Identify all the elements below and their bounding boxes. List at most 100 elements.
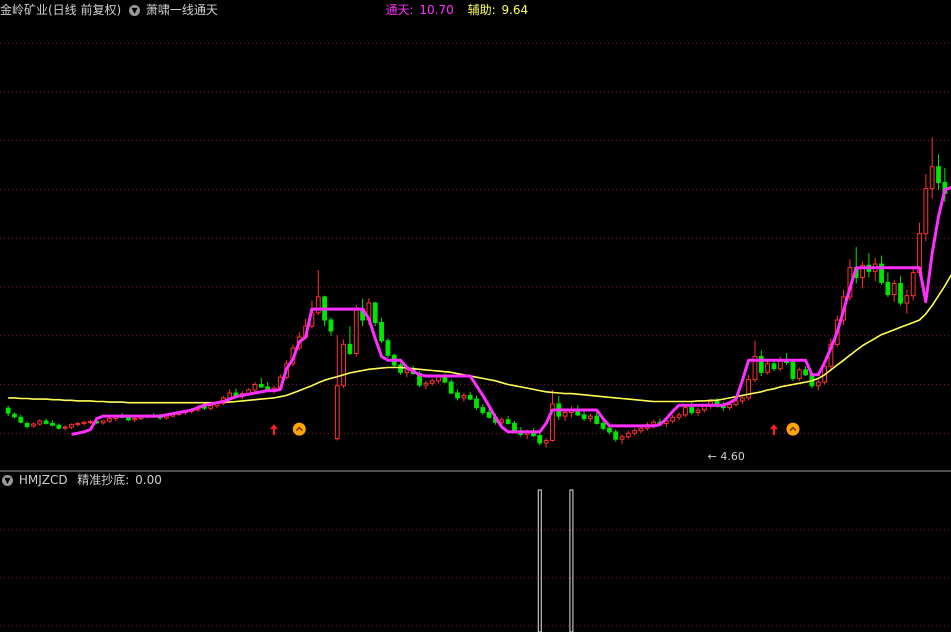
candle-body[interactable] [600,422,606,429]
candle-body[interactable] [258,383,264,388]
candle-body[interactable] [594,415,600,424]
candle-body[interactable] [632,430,638,434]
candle-body[interactable] [385,340,391,356]
signal-circle [786,422,800,436]
candle-body[interactable] [404,369,410,373]
collapse-circle-icon[interactable]: ▼ [129,5,141,16]
candle-body[interactable] [689,407,695,413]
candle-body[interactable] [81,421,87,424]
candle-body[interactable] [436,376,441,382]
candle-body[interactable] [334,385,340,440]
candle-body[interactable] [929,166,935,190]
jzcd-value: 0.00 [135,473,162,487]
candle-body[interactable] [18,416,24,423]
candle-body[interactable] [682,407,688,416]
candle-body[interactable] [208,405,214,409]
candle-body[interactable] [252,383,258,391]
candle-body[interactable] [455,392,460,399]
candle-body[interactable] [50,422,55,426]
candle-body[interactable] [670,416,676,422]
collapse-circle-icon[interactable]: ▼ [2,475,13,486]
candle-body[interactable] [803,369,808,376]
tongtian-line [71,185,951,436]
candlestick-series[interactable] [5,137,948,448]
candle-body[interactable] [423,382,429,386]
candle-body[interactable] [910,272,916,297]
candle-body[interactable] [88,421,93,424]
candle-body[interactable] [638,427,644,432]
candle-body[interactable] [429,380,435,384]
candle-body[interactable] [512,422,517,432]
candle-body[interactable] [607,427,612,433]
fuzhu-line [8,273,951,404]
candle-body[interactable] [505,419,511,424]
candle-body[interactable] [379,321,384,342]
candle-body[interactable] [727,404,733,409]
sub-chart-hmjzcd [537,489,574,632]
sub-chart-header: ▼ HMJZCD 精准抄底: 0.00 [0,470,162,490]
candle-body[interactable] [771,363,777,370]
stock-chart[interactable]: ← 4.60 [0,0,951,632]
candle-body[interactable] [543,439,549,444]
candle-body[interactable] [739,397,745,402]
candle-body[interactable] [923,188,929,235]
candle-body[interactable] [328,319,334,332]
candle-body[interactable] [461,394,467,399]
candle-body[interactable] [467,394,473,400]
candle-body[interactable] [885,281,891,295]
indicator-lines [8,185,951,436]
candle-body[interactable] [499,419,505,423]
candle-body[interactable] [31,423,36,427]
candle-body[interactable] [898,283,903,304]
candle-body[interactable] [56,424,62,429]
candle-body[interactable] [790,362,796,379]
candle-body[interactable] [398,364,403,373]
candle-body[interactable] [891,283,897,295]
candle-body[interactable] [562,411,568,417]
candle-body[interactable] [5,407,11,414]
candle-body[interactable] [132,418,138,421]
jzcd-label: 精准抄底: [77,473,130,487]
grid-lines [0,42,951,627]
candle-body[interactable] [480,407,486,413]
candle-body[interactable] [43,420,49,424]
candle-body[interactable] [69,424,74,428]
candle-body[interactable] [537,435,543,444]
candle-body[interactable] [442,376,448,383]
candle-body[interactable] [796,369,802,379]
candle-body[interactable] [936,166,941,184]
candle-body[interactable] [701,405,707,411]
candle-body[interactable] [341,343,346,387]
candle-body[interactable] [625,432,631,438]
candle-body[interactable] [75,422,81,426]
candle-body[interactable] [815,381,821,387]
low-price-label: ← 4.60 [708,450,745,463]
candle-body[interactable] [474,398,479,409]
annotations: ← 4.60 [708,450,745,463]
candle-body[interactable] [904,295,910,304]
stock-title: 金岭矿业(日线 前复权) [0,3,122,17]
candle-body[interactable] [126,416,131,421]
candle-body[interactable] [100,420,106,424]
candle-body[interactable] [619,436,625,440]
indicator-name: 萧啸一线通天 [145,3,218,17]
candle-body[interactable] [353,308,359,354]
candle-body[interactable] [62,426,68,429]
candle-body[interactable] [12,413,17,418]
candle-body[interactable] [372,302,378,323]
candle-body[interactable] [676,414,682,418]
tongtian-value: 10.70 [419,3,454,17]
candle-body[interactable] [37,420,43,425]
candle-body[interactable] [448,381,454,394]
candle-body[interactable] [695,409,701,413]
candle-body[interactable] [107,418,112,422]
candle-body[interactable] [347,343,353,354]
candle-body[interactable] [581,414,587,420]
candle-body[interactable] [588,415,593,420]
candle-body[interactable] [486,411,492,418]
candle-body[interactable] [24,422,30,427]
tongtian-label: 通天: [385,3,414,17]
sub-indicator-name: HMJZCD [18,473,68,487]
candle-body[interactable] [765,363,771,373]
candle-body[interactable] [613,431,619,440]
